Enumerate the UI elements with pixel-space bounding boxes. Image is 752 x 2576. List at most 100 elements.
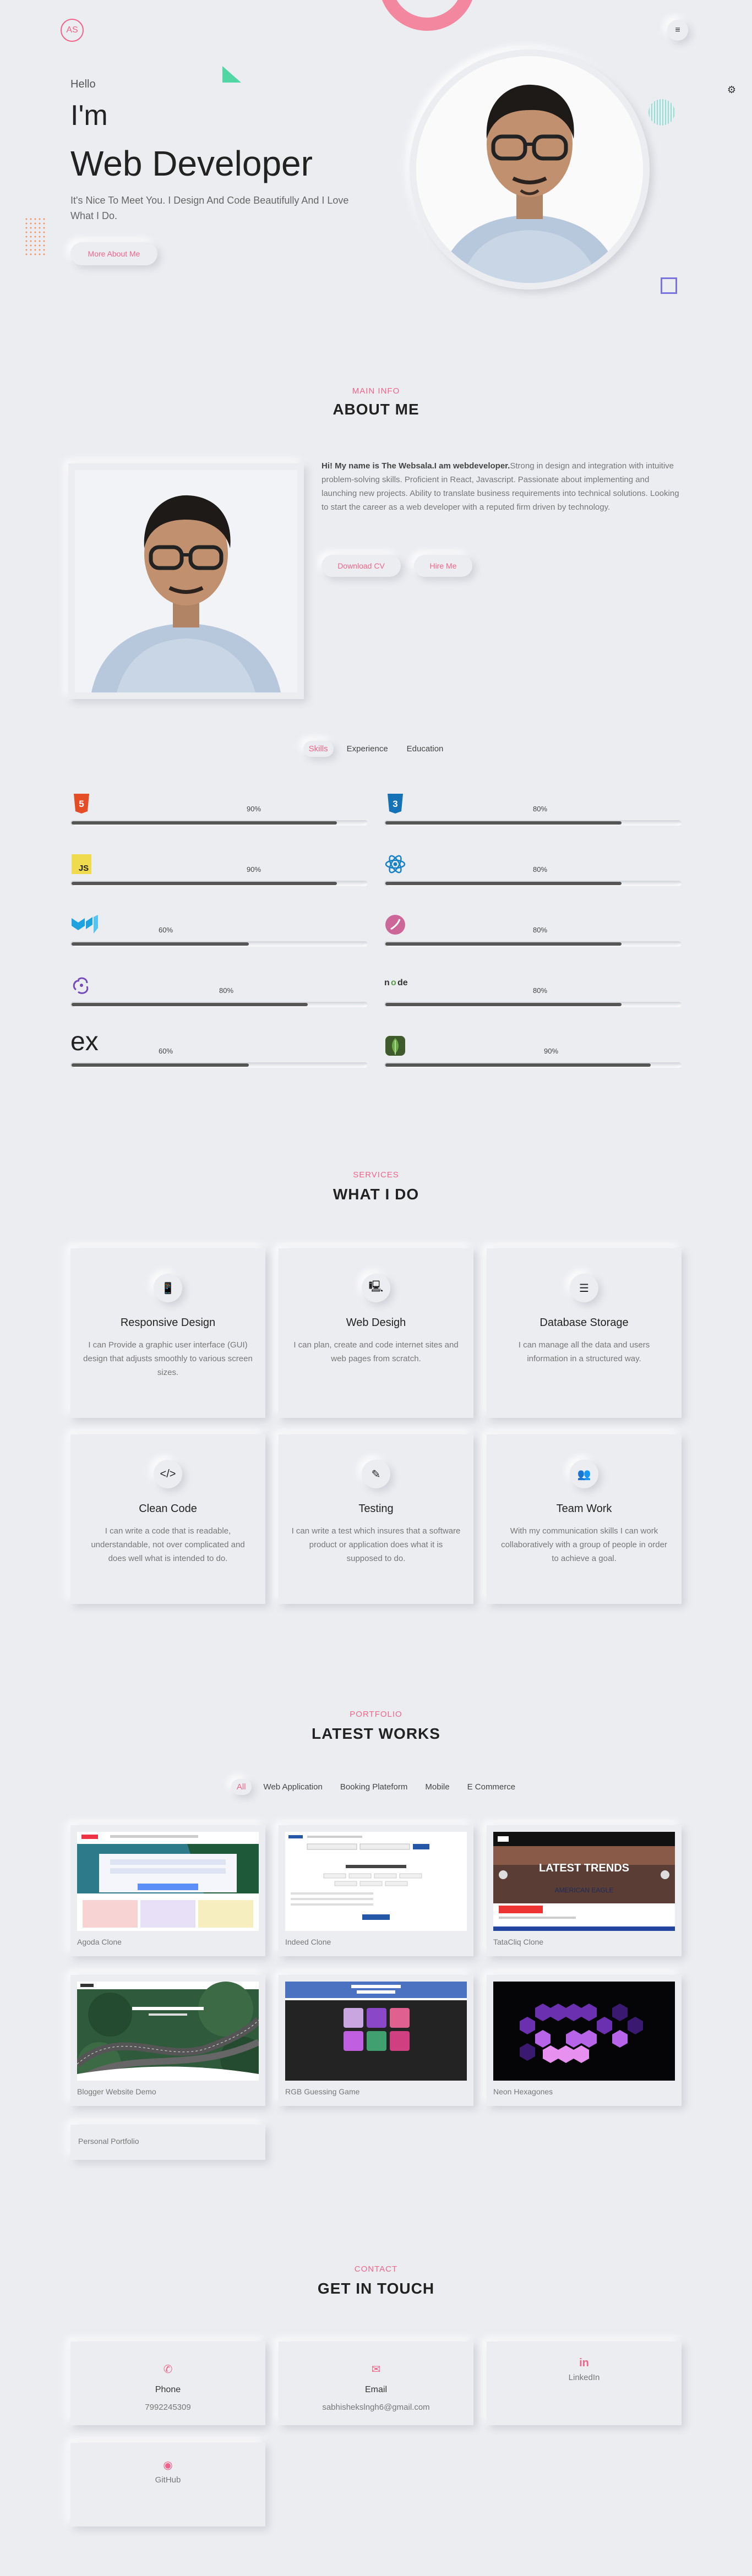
skill-javascript: JS 90%: [70, 853, 368, 892]
hero-im: I'm: [70, 100, 108, 132]
work-caption: Neon Hexagones: [493, 2087, 553, 2096]
indeed-screenshot: [285, 1832, 467, 1931]
settings-gear-icon[interactable]: ⚙: [724, 83, 739, 97]
skill-progress-fill: [72, 1063, 249, 1067]
work-card-blogger[interactable]: Blogger Website Demo: [70, 1975, 265, 2106]
code-icon: </>: [154, 1460, 182, 1488]
service-description: With my communication skills I can work …: [501, 1526, 667, 1563]
skill-progress-track: [70, 941, 368, 947]
work-card-agoda[interactable]: Agoda Clone: [70, 1825, 265, 1956]
contact-eyebrow: CONTACT: [354, 2264, 398, 2274]
about-photo: [68, 463, 304, 699]
contact-card-phone[interactable]: ✆ Phone 7992245309: [70, 2342, 265, 2425]
about-intro-bold: Hi! My name is The Websala.I am webdevel…: [321, 461, 510, 471]
blogger-screenshot: [77, 1982, 259, 2081]
hero-role: Web Developer: [70, 144, 313, 183]
skill-progress-track: [70, 881, 368, 886]
filter-e-commerce[interactable]: E Commerce: [462, 1779, 521, 1795]
about-eyebrow: MAIN INFO: [352, 386, 400, 396]
tab-skills[interactable]: Skills: [303, 741, 334, 757]
skill-progress-fill: [385, 942, 622, 946]
agoda-screenshot: [77, 1832, 259, 1931]
skill-progress-track: [70, 820, 368, 826]
more-about-me-button[interactable]: More About Me: [70, 242, 157, 265]
skill-progress-fill: [72, 821, 337, 825]
hero-greeting: Hello: [70, 78, 96, 90]
svg-text:de: de: [397, 978, 408, 987]
profile-avatar-image: [416, 56, 643, 283]
work-card-tatacliq[interactable]: LATEST TRENDS AMERICAN EAGLE TataCliq Cl…: [487, 1825, 682, 1956]
filter-all[interactable]: All: [231, 1779, 252, 1795]
pen-icon: ✎: [362, 1460, 390, 1488]
skill-percent: 60%: [159, 926, 173, 934]
skill-progress-track: [384, 1062, 682, 1068]
work-card-neon-hexagones[interactable]: Neon Hexagones: [487, 1975, 682, 2106]
menu-button[interactable]: ≡: [667, 20, 688, 41]
contact-github-title: GitHub: [155, 2475, 181, 2485]
contact-card-linkedin[interactable]: in LinkedIn: [487, 2342, 682, 2425]
service-description: I can write a test which insures that a …: [291, 1526, 461, 1563]
skill-percent: 80%: [533, 986, 548, 995]
contact-title: GET IN TOUCH: [317, 2280, 435, 2297]
about-description: Hi! My name is The Websala.I am webdevel…: [321, 459, 683, 514]
skill-progress-fill: [72, 942, 249, 946]
redux-icon: [70, 974, 92, 996]
work-card-indeed[interactable]: Indeed Clone: [279, 1825, 473, 1956]
service-card-web-desigh: 🖳 Web Desigh I can plan, create and code i…: [279, 1248, 473, 1418]
skill-percent: 80%: [219, 986, 234, 995]
svg-text:3: 3: [393, 799, 397, 809]
decor-pink-ring: [379, 0, 476, 31]
services-eyebrow: SERVICES: [353, 1170, 399, 1180]
skill-express: ex 60%: [70, 1027, 368, 1073]
work-card-personal-portfolio[interactable]: Personal Portfolio: [70, 2125, 265, 2160]
rgb-game-screenshot: [285, 1982, 467, 2081]
contact-card-github[interactable]: ◉ GitHub: [70, 2443, 265, 2526]
work-caption: Indeed Clone: [285, 1938, 331, 1946]
contact-card-email[interactable]: ✉ Email sabhishekslngh6@gmail.com: [279, 2342, 473, 2425]
tab-experience[interactable]: Experience: [341, 741, 394, 757]
work-card-rgb-game[interactable]: RGB Guessing Game: [279, 1975, 473, 2106]
skill-progress-track: [70, 1062, 368, 1068]
contact-phone-title: Phone: [155, 2385, 181, 2394]
hire-me-button[interactable]: Hire Me: [414, 555, 472, 577]
work-caption: Agoda Clone: [77, 1938, 122, 1946]
skill-progress-fill: [72, 1003, 308, 1006]
svg-text:5: 5: [79, 799, 84, 809]
decor-square: [661, 277, 677, 294]
filter-booking-plateform[interactable]: Booking Plateform: [335, 1779, 413, 1795]
skill-progress-fill: [385, 821, 622, 825]
decor-dot-grid: [24, 217, 46, 258]
portfolio-title: LATEST WORKS: [312, 1725, 440, 1742]
css3-icon: 3: [384, 793, 406, 815]
contact-email-title: Email: [364, 2385, 387, 2394]
skill-percent: 80%: [533, 926, 548, 934]
skill-react: 80%: [384, 853, 682, 892]
express-icon: ex: [70, 1027, 99, 1056]
service-description: I can Provide a graphic user interface (…: [83, 1340, 253, 1377]
filter-web-application[interactable]: Web Application: [258, 1779, 328, 1795]
service-title: Web Desigh: [346, 1317, 406, 1329]
linkedin-icon: in: [579, 2357, 589, 2369]
skills-tab-bar: Skills Experience Education: [0, 741, 752, 757]
filter-mobile[interactable]: Mobile: [419, 1779, 455, 1795]
skill-progress-fill: [72, 882, 337, 885]
service-title: Team Work: [556, 1503, 612, 1515]
skill-html5: 5 90%: [70, 793, 368, 831]
services-title: WHAT I DO: [333, 1186, 419, 1203]
service-card-testing: ✎ Testing I can write a test which insures…: [279, 1434, 473, 1604]
service-description: I can manage all the data and users info…: [518, 1340, 650, 1363]
work-caption: Blogger Website Demo: [77, 2087, 156, 2096]
service-card-responsive-design: 📱 Responsive Design I can Provide a graphi…: [70, 1248, 265, 1418]
service-card-database-storage: ☰ Database Storage I can manage all the da…: [487, 1248, 682, 1418]
tatacliq-screenshot: LATEST TRENDS AMERICAN EAGLE: [493, 1832, 675, 1931]
service-description: I can write a code that is readable, und…: [91, 1526, 245, 1563]
skill-percent: 90%: [247, 865, 261, 874]
download-cv-button[interactable]: Download CV: [321, 555, 401, 577]
site-logo[interactable]: AS: [61, 19, 84, 42]
service-title: Database Storage: [540, 1317, 629, 1329]
tatacliq-subline: AMERICAN EAGLE: [555, 1886, 614, 1894]
users-icon: 👥: [570, 1460, 598, 1488]
sass-icon: [384, 914, 406, 936]
svg-text:n: n: [384, 978, 390, 987]
tab-education[interactable]: Education: [401, 741, 449, 757]
